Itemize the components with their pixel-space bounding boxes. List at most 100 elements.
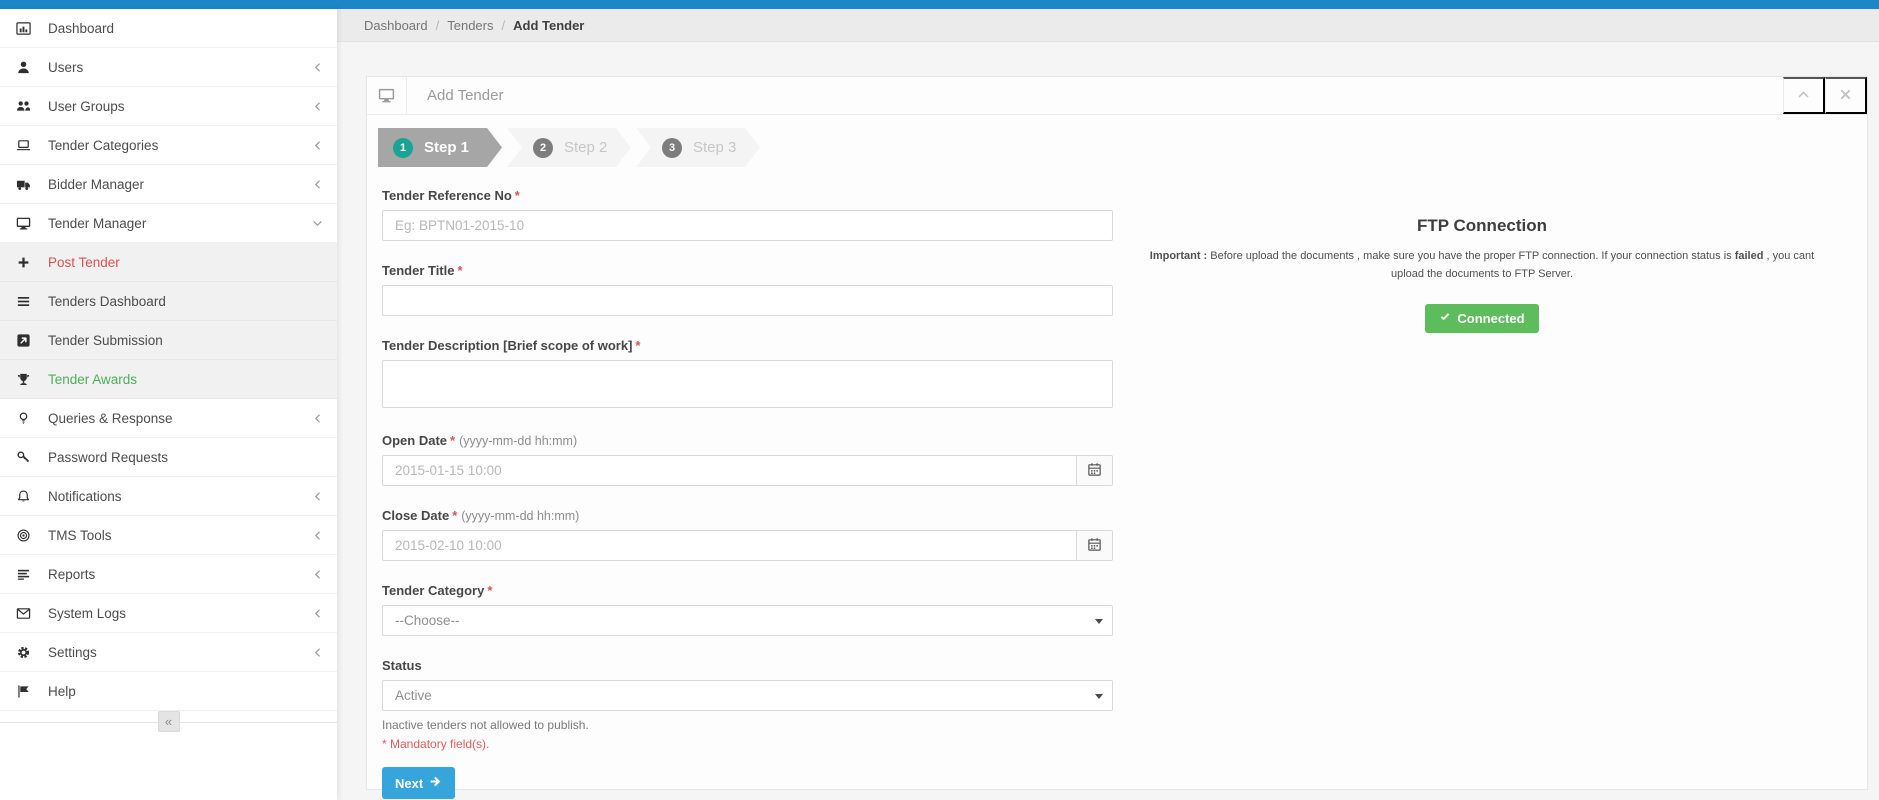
tender-title-input[interactable] — [382, 285, 1113, 316]
breadcrumb-item-dashboard[interactable]: Dashboard — [364, 18, 428, 33]
sidebar-item-post-tender[interactable]: Post Tender — [0, 243, 337, 282]
arrow-right-icon — [429, 775, 442, 791]
flag-icon — [14, 683, 32, 699]
add-tender-panel: Add Tender 1 Step 1 2 Step 2 3 Step 3 Te… — [366, 76, 1868, 799]
step-number-badge: 1 — [393, 138, 413, 158]
panel-collapse-button[interactable] — [1783, 77, 1825, 114]
sidebar-item-label: Tender Categories — [48, 137, 159, 153]
ftp-connected-button[interactable]: Connected — [1425, 304, 1539, 334]
open-date-input[interactable] — [382, 455, 1076, 486]
sidebar-collapse-button[interactable]: « — [157, 711, 180, 732]
status-select[interactable]: Active — [382, 680, 1113, 711]
breadcrumb: Dashboard / Tenders / Add Tender — [337, 9, 1879, 42]
content-area: Add Tender 1 Step 1 2 Step 2 3 Step 3 Te… — [337, 42, 1879, 800]
step-label: Step 1 — [424, 139, 470, 156]
sidebar-item-help[interactable]: Help — [0, 672, 337, 711]
sidebar-item-password-requests[interactable]: Password Requests — [0, 438, 337, 477]
sidebar-item-label: Users — [48, 59, 84, 75]
envelope-icon — [14, 605, 32, 621]
sidebar-item-label: System Logs — [48, 605, 127, 621]
plus-icon — [14, 254, 32, 270]
tender-reference-input[interactable] — [382, 210, 1113, 241]
next-button[interactable]: Next — [382, 767, 456, 799]
caret-down-icon — [1095, 694, 1103, 699]
required-marker: * — [457, 263, 463, 278]
required-marker: * — [635, 338, 641, 353]
required-marker: * — [487, 583, 493, 598]
chevron-left-icon — [312, 569, 323, 580]
sidebar-item-queries-response[interactable]: Queries & Response — [0, 399, 337, 438]
sidebar-item-tender-awards[interactable]: Tender Awards — [0, 360, 337, 399]
sidebar-item-label: Tender Submission — [48, 332, 163, 348]
main-area: Dashboard / Tenders / Add Tender Add Tender … — [337, 9, 1879, 800]
gear-icon — [14, 644, 32, 660]
panel-close-button[interactable] — [1825, 77, 1867, 114]
open-date-calendar-button[interactable] — [1076, 455, 1113, 486]
step-3[interactable]: 3 Step 3 — [636, 128, 760, 167]
breadcrumb-item-tenders[interactable]: Tenders — [447, 18, 493, 33]
tender-category-selected-value: --Choose-- — [395, 613, 460, 628]
chevron-left-icon — [312, 413, 323, 424]
caret-down-icon — [1095, 619, 1103, 624]
sidebar-item-tender-categories[interactable]: Tender Categories — [0, 126, 337, 165]
calendar-icon — [1087, 462, 1102, 480]
tender-title-label: Tender Title * — [382, 263, 463, 278]
sidebar-item-label: Tender Manager — [48, 215, 147, 231]
chevron-down-icon — [312, 218, 323, 229]
close-date-input[interactable] — [382, 530, 1076, 561]
chevron-left-icon — [312, 491, 323, 502]
bar-chart-icon — [14, 20, 32, 36]
sidebar-item-label: User Groups — [48, 98, 125, 114]
chevron-left-icon — [312, 140, 323, 151]
sidebar-item-label: Password Requests — [48, 449, 169, 465]
truck-icon — [14, 176, 32, 192]
status-label: Status — [382, 658, 422, 673]
chevron-left-icon — [312, 608, 323, 619]
sidebar-item-label: Post Tender — [48, 254, 120, 270]
bullseye-icon — [14, 527, 32, 543]
sidebar: Dashboard Users User Groups Tender Categori… — [0, 9, 337, 800]
sidebar-item-tender-manager[interactable]: Tender Manager — [0, 204, 337, 243]
sidebar-item-users[interactable]: Users — [0, 48, 337, 87]
chevron-left-icon — [312, 647, 323, 658]
steps: 1 Step 1 2 Step 2 3 Step 3 — [378, 128, 1851, 167]
sidebar-item-label: Tenders Dashboard — [48, 293, 166, 309]
sidebar-item-tms-tools[interactable]: TMS Tools — [0, 516, 337, 555]
required-marker: * — [452, 508, 458, 523]
sidebar-item-tenders-dashboard[interactable]: Tenders Dashboard — [0, 282, 337, 321]
sidebar-item-notifications[interactable]: Notifications — [0, 477, 337, 516]
step-1[interactable]: 1 Step 1 — [378, 128, 502, 167]
sidebar-item-settings[interactable]: Settings — [0, 633, 337, 672]
chevron-left-icon — [312, 179, 323, 190]
sidebar-nav: Dashboard Users User Groups Tender Categori… — [0, 9, 337, 711]
chevron-left-icon — [312, 101, 323, 112]
sidebar-item-label: Settings — [48, 644, 97, 660]
close-icon — [1839, 88, 1852, 104]
share-square-icon — [14, 332, 32, 348]
tender-form: Tender Reference No* Tender Title* Tende… — [378, 188, 1113, 799]
tender-category-select[interactable]: --Choose-- — [382, 605, 1113, 636]
step-2[interactable]: 2 Step 2 — [507, 128, 631, 167]
sidebar-item-bidder-manager[interactable]: Bidder Manager — [0, 165, 337, 204]
close-date-label: Close Date * (yyyy-mm-dd hh:mm) — [382, 508, 580, 523]
required-marker: * — [450, 433, 456, 448]
open-date-format-hint: (yyyy-mm-dd hh:mm) — [459, 434, 578, 448]
users-icon — [14, 98, 32, 114]
close-date-format-hint: (yyyy-mm-dd hh:mm) — [461, 509, 580, 523]
sidebar-item-user-groups[interactable]: User Groups — [0, 87, 337, 126]
list-icon — [14, 293, 32, 309]
ftp-connection-title: FTP Connection — [1416, 216, 1547, 235]
sidebar-item-dashboard[interactable]: Dashboard — [0, 9, 337, 48]
check-icon — [1439, 311, 1451, 326]
sidebar-item-tender-submission[interactable]: Tender Submission — [0, 321, 337, 360]
tender-category-label: Tender Category * — [382, 583, 493, 598]
step-label: Step 3 — [693, 139, 737, 156]
close-date-calendar-button[interactable] — [1076, 530, 1113, 561]
tender-description-textarea[interactable] — [382, 360, 1113, 408]
sidebar-item-label: Help — [48, 683, 76, 699]
status-selected-value: Active — [395, 688, 432, 703]
breadcrumb-item-add-tender: Add Tender — [513, 17, 585, 33]
sidebar-item-system-logs[interactable]: System Logs — [0, 594, 337, 633]
status-help-text: Inactive tenders not allowed to publish. — [382, 718, 589, 732]
sidebar-item-reports[interactable]: Reports — [0, 555, 337, 594]
